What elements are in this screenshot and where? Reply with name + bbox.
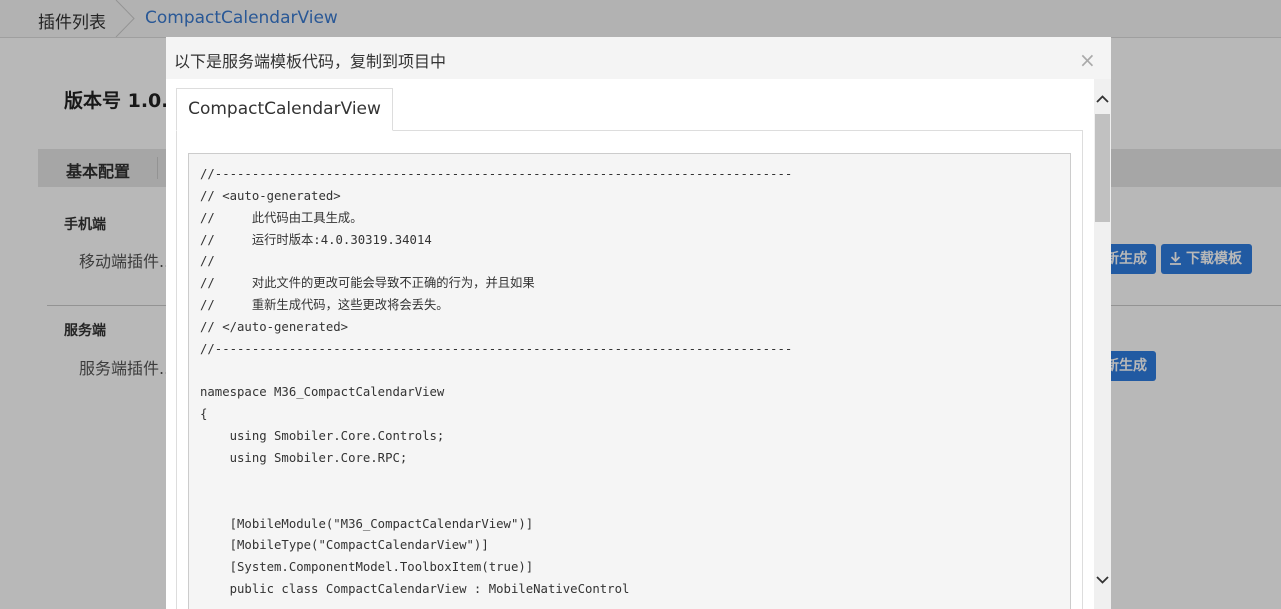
modal-body: CompactCalendarView //------------------… [166, 79, 1094, 609]
server-template-modal: 以下是服务端模板代码，复制到项目中 × CompactCalendarView … [166, 37, 1111, 609]
modal-scrollbar[interactable] [1094, 79, 1111, 609]
modal-title: 以下是服务端模板代码，复制到项目中 [174, 52, 447, 71]
modal-header: 以下是服务端模板代码，复制到项目中 × [166, 37, 1111, 79]
close-icon[interactable]: × [1079, 50, 1096, 70]
code-line: // 对此文件的更改可能会导致不正确的行为，并且如果 [200, 276, 535, 291]
tab-compact-calendar-view[interactable]: CompactCalendarView [176, 88, 393, 131]
scrollbar-thumb[interactable] [1095, 114, 1110, 222]
code-block[interactable]: //--------------------------------------… [188, 153, 1071, 609]
scroll-up-icon[interactable] [1094, 91, 1111, 108]
code-text: //--------------------------------------… [189, 154, 1070, 601]
code-line: // 此代码由工具生成。 [200, 210, 363, 225]
code-line: using Smobiler.Core.Controls; [200, 429, 445, 444]
code-line: { [200, 407, 208, 422]
code-line: [System.ComponentModel.ToolboxItem(true)… [200, 560, 534, 575]
scroll-down-icon[interactable] [1094, 571, 1111, 588]
code-line: //--------------------------------------… [200, 341, 793, 356]
code-line: // 运行时版本:4.0.30319.34014 [200, 232, 432, 247]
code-line: [MobileModule("M36_CompactCalendarView")… [200, 516, 534, 531]
code-line: // [200, 254, 215, 269]
code-line: [MobileType("CompactCalendarView")] [200, 538, 489, 553]
code-line: using Smobiler.Core.RPC; [200, 450, 408, 465]
code-line: //--------------------------------------… [200, 167, 793, 181]
code-line: namespace M36_CompactCalendarView [200, 385, 445, 400]
code-line: // </auto-generated> [200, 319, 349, 334]
code-line: // 重新生成代码，这些更改将会丢失。 [200, 298, 449, 313]
code-line: public class CompactCalendarView : Mobil… [200, 582, 630, 597]
code-line: // <auto-generated> [200, 188, 341, 203]
